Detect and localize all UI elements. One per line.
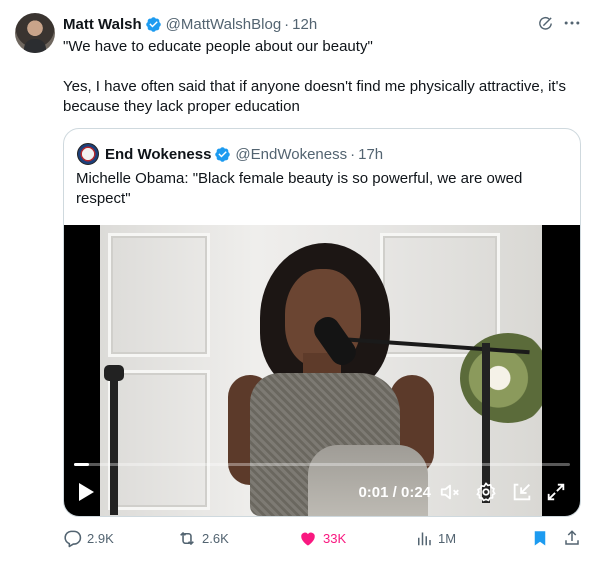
- picture-in-picture-icon: [513, 483, 531, 501]
- share-button[interactable]: [563, 527, 586, 549]
- video-player[interactable]: 0:01 / 0:24: [64, 225, 580, 516]
- reply-count: 2.9K: [87, 530, 114, 546]
- verified-badge-icon: [145, 16, 161, 32]
- video-progress-bar[interactable]: [74, 463, 570, 466]
- fullscreen-icon: [547, 483, 565, 501]
- video-frame: [100, 225, 542, 516]
- author-name[interactable]: Matt Walsh: [63, 16, 142, 33]
- wall-panel: [108, 233, 210, 357]
- separator: ·: [350, 145, 356, 163]
- views-icon: [418, 532, 431, 545]
- author-handle[interactable]: @MattWalshBlog: [166, 16, 282, 33]
- quoted-author-name[interactable]: End Wokeness: [105, 146, 211, 163]
- tweet-time[interactable]: 12h: [292, 16, 317, 33]
- quoted-author-handle[interactable]: @EndWokeness: [235, 146, 347, 163]
- tweet-header: Matt Walsh @MattWalshBlog · 12h: [63, 14, 317, 34]
- tweet-actions: 2.9K 2.6K 33K 1M: [63, 527, 583, 549]
- like-button[interactable]: 33K: [298, 527, 346, 549]
- play-button[interactable]: [74, 475, 98, 509]
- settings-button[interactable]: [474, 475, 498, 509]
- repost-count: 2.6K: [202, 530, 229, 546]
- reply-button[interactable]: 2.9K: [63, 527, 114, 549]
- bookmark-icon: [534, 531, 546, 546]
- video-controls: 0:01 / 0:24: [64, 475, 580, 509]
- reply-icon: [64, 530, 82, 547]
- fullscreen-button[interactable]: [544, 475, 568, 509]
- quoted-tweet[interactable]: End Wokeness @EndWokeness · 17h Michelle…: [63, 128, 581, 517]
- tweet-text-line: Yes, I have often said that if anyone do…: [63, 78, 571, 115]
- picture-in-picture-button[interactable]: [510, 475, 534, 509]
- bookmark-button[interactable]: [531, 527, 554, 549]
- views-count: 1M: [438, 530, 457, 546]
- quoted-tweet-text: Michelle Obama: "Black female beauty is …: [76, 170, 523, 207]
- mute-button[interactable]: [438, 475, 462, 509]
- verified-badge-icon: [215, 146, 231, 162]
- views-button[interactable]: 1M: [415, 527, 456, 549]
- quoted-tweet-header: End Wokeness @EndWokeness · 17h: [77, 143, 383, 165]
- separator: ·: [284, 15, 290, 33]
- heart-icon: [301, 532, 315, 546]
- video-progress-fill: [74, 463, 89, 466]
- grok-icon[interactable]: [537, 15, 554, 32]
- video-timecode: 0:01 / 0:24: [358, 483, 431, 501]
- tweet-text: "We have to educate people about our bea…: [63, 37, 583, 117]
- share-icon: [565, 530, 579, 545]
- play-icon: [79, 483, 94, 501]
- quoted-author-avatar[interactable]: [77, 143, 99, 165]
- quoted-tweet-time[interactable]: 17h: [358, 146, 383, 163]
- tweet-text-line: "We have to educate people about our bea…: [63, 38, 373, 55]
- tweet: Matt Walsh @MattWalshBlog · 12h "We have…: [0, 0, 598, 564]
- like-count: 33K: [323, 530, 347, 546]
- mute-icon: [440, 484, 459, 500]
- author-avatar[interactable]: [15, 13, 55, 53]
- repost-button[interactable]: 2.6K: [177, 527, 229, 549]
- settings-icon: [476, 482, 496, 502]
- wall-panel: [380, 233, 500, 357]
- repost-icon: [180, 531, 194, 545]
- more-options-icon[interactable]: [562, 13, 582, 33]
